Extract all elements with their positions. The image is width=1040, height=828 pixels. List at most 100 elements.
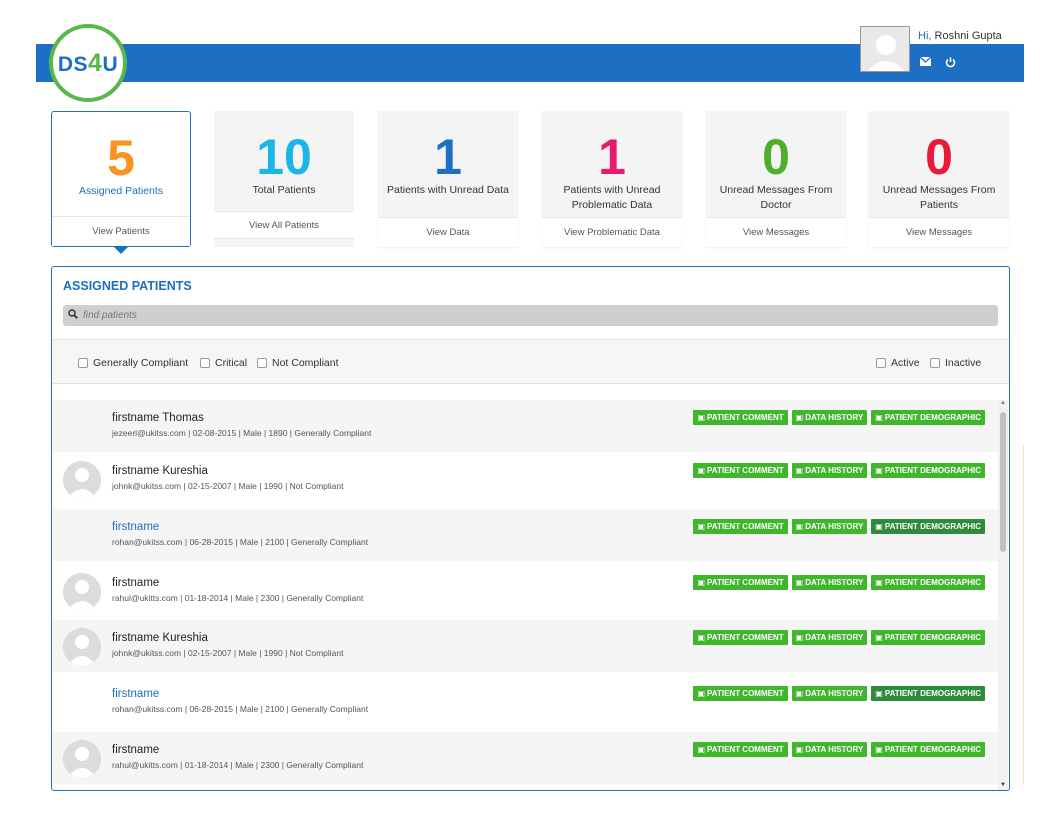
filter-generally-compliant[interactable]: Generally Compliant xyxy=(78,357,188,369)
document-icon: ▣ xyxy=(875,689,883,698)
ds4u-logo[interactable]: DS4U xyxy=(49,24,127,102)
table-row[interactable]: firstname rahul@ukitts.com | 01-18-2014 … xyxy=(52,565,999,617)
patient-name[interactable]: firstname xyxy=(112,688,159,700)
document-icon: ▣ xyxy=(697,522,706,531)
data-history-button[interactable]: ▣ DATA HISTORY xyxy=(791,463,868,478)
view-data-link[interactable]: View Data xyxy=(378,217,518,247)
checkbox[interactable] xyxy=(930,358,940,368)
filter-label: Active xyxy=(891,357,920,369)
patient-meta: jezeerl@ukitss.com | 02-08-2015 | Male |… xyxy=(112,428,372,438)
patient-demographic-button[interactable]: ▣ PATIENT DEMOGRAPHIC xyxy=(871,575,985,590)
data-history-button[interactable]: ▣ DATA HISTORY xyxy=(791,742,868,757)
table-row[interactable]: firstname Thomas jezeerl@ukitss.com | 02… xyxy=(52,400,999,452)
patient-comment-button[interactable]: ▣ PATIENT COMMENT xyxy=(693,575,788,590)
filter-label: Generally Compliant xyxy=(93,357,189,369)
data-history-button[interactable]: ▣ DATA HISTORY xyxy=(791,519,868,534)
document-icon: ▣ xyxy=(875,466,883,475)
document-icon: ▣ xyxy=(795,633,804,642)
row-actions: ▣ PATIENT COMMENT ▣ DATA HISTORY ▣ PATIENT … xyxy=(693,742,985,757)
checkbox[interactable] xyxy=(257,358,267,368)
envelope-icon[interactable] xyxy=(919,56,932,71)
table-row[interactable]: firstname rahul@ukitts.com | 01-18-2014 … xyxy=(52,732,999,784)
patient-comment-button[interactable]: ▣ PATIENT COMMENT xyxy=(693,742,788,757)
document-icon: ▣ xyxy=(795,413,804,422)
view-messages-patients-link[interactable]: View Messages xyxy=(869,217,1009,247)
filter-label: Critical xyxy=(215,357,248,369)
view-problematic-data-link[interactable]: View Problematic Data xyxy=(542,217,682,247)
search-input[interactable] xyxy=(83,306,983,325)
table-row[interactable]: firstname Kureshia johnk@ukitss.com | 02… xyxy=(52,453,999,505)
card-total-patients[interactable]: 10 Total Patients View All Patients xyxy=(214,111,354,247)
card-label: Unread Messages From Doctor xyxy=(719,184,833,211)
document-icon: ▣ xyxy=(875,745,883,754)
document-icon: ▣ xyxy=(795,466,804,475)
patient-meta: johnk@ukitss.com | 02-15-2007 | Male | 1… xyxy=(112,648,344,658)
active-card-pointer xyxy=(114,247,128,254)
data-history-button[interactable]: ▣ DATA HISTORY xyxy=(791,575,868,590)
power-icon[interactable] xyxy=(945,57,956,71)
card-value: 0 xyxy=(925,129,953,185)
patient-list: firstname Thomas jezeerl@ukitss.com | 02… xyxy=(52,400,999,790)
card-unread-data[interactable]: 1 Patients with Unread Data View Data xyxy=(378,111,518,247)
checkbox[interactable] xyxy=(78,358,88,368)
card-messages-doctor[interactable]: 0 Unread Messages From Doctor View Messa… xyxy=(706,111,846,247)
view-messages-doctor-link[interactable]: View Messages xyxy=(706,217,846,247)
view-all-patients-link[interactable]: View All Patients xyxy=(214,211,354,239)
patient-comment-button[interactable]: ▣ PATIENT COMMENT xyxy=(693,686,788,701)
card-messages-patients[interactable]: 0 Unread Messages From Patients View Mes… xyxy=(869,111,1009,247)
patient-demographic-button[interactable]: ▣ PATIENT DEMOGRAPHIC xyxy=(871,410,985,425)
checkbox[interactable] xyxy=(200,358,210,368)
patient-name[interactable]: firstname Kureshia xyxy=(112,632,208,644)
scroll-thumb[interactable] xyxy=(1000,412,1006,552)
document-icon: ▣ xyxy=(875,578,883,587)
patient-avatar-icon xyxy=(63,740,101,778)
user-name: Roshni Gupta xyxy=(934,30,1002,42)
card-value: 10 xyxy=(256,129,312,185)
row-actions: ▣ PATIENT COMMENT ▣ DATA HISTORY ▣ PATIENT … xyxy=(693,519,985,534)
patient-comment-button[interactable]: ▣ PATIENT COMMENT xyxy=(693,410,788,425)
list-scrollbar[interactable]: ▲ ▼ xyxy=(998,400,1008,790)
card-unread-problematic-data[interactable]: 1 Patients with Unread Problematic Data … xyxy=(542,111,682,247)
patient-demographic-button[interactable]: ▣ PATIENT DEMOGRAPHIC xyxy=(871,686,985,701)
patient-name[interactable]: firstname xyxy=(112,577,159,589)
filter-inactive[interactable]: Inactive xyxy=(930,357,981,369)
data-history-button[interactable]: ▣ DATA HISTORY xyxy=(791,410,868,425)
patient-name[interactable]: firstname Kureshia xyxy=(112,465,208,477)
patient-comment-button[interactable]: ▣ PATIENT COMMENT xyxy=(693,630,788,645)
card-label: Assigned Patients xyxy=(78,185,164,197)
data-history-button[interactable]: ▣ DATA HISTORY xyxy=(791,630,868,645)
user-avatar[interactable] xyxy=(860,26,910,72)
patient-demographic-button[interactable]: ▣ PATIENT DEMOGRAPHIC xyxy=(871,630,985,645)
patient-comment-button[interactable]: ▣ PATIENT COMMENT xyxy=(693,519,788,534)
patient-comment-button[interactable]: ▣ PATIENT COMMENT xyxy=(693,463,788,478)
row-actions: ▣ PATIENT COMMENT ▣ DATA HISTORY ▣ PATIENT … xyxy=(693,410,985,425)
scroll-up-arrow-icon[interactable]: ▲ xyxy=(998,400,1008,410)
avatar-silhouette-icon xyxy=(861,27,909,71)
document-icon: ▣ xyxy=(795,745,804,754)
card-assigned-patients[interactable]: 5 Assigned Patients View Patients xyxy=(51,111,191,247)
table-row[interactable]: firstname rohan@ukitss.com | 06-28-2015 … xyxy=(52,676,999,728)
patient-avatar-icon xyxy=(63,573,101,611)
filter-not-compliant[interactable]: Not Compliant xyxy=(257,357,339,369)
filter-critical[interactable]: Critical xyxy=(200,357,247,369)
table-row[interactable]: firstname rohan@ukitss.com | 06-28-2015 … xyxy=(52,509,999,561)
document-icon: ▣ xyxy=(795,689,804,698)
patient-demographic-button[interactable]: ▣ PATIENT DEMOGRAPHIC xyxy=(871,463,985,478)
row-actions: ▣ PATIENT COMMENT ▣ DATA HISTORY ▣ PATIENT … xyxy=(693,630,985,645)
card-value: 0 xyxy=(762,129,790,185)
scroll-down-arrow-icon[interactable]: ▼ xyxy=(998,782,1008,790)
table-row[interactable]: firstname Kureshia johnk@ukitss.com | 02… xyxy=(52,620,999,672)
document-icon: ▣ xyxy=(697,633,706,642)
patient-demographic-button[interactable]: ▣ PATIENT DEMOGRAPHIC xyxy=(871,742,985,757)
checkbox[interactable] xyxy=(876,358,886,368)
patient-name[interactable]: firstname xyxy=(112,521,159,533)
patient-demographic-button[interactable]: ▣ PATIENT DEMOGRAPHIC xyxy=(871,519,985,534)
patient-name[interactable]: firstname xyxy=(112,744,159,756)
greeting-hi: Hi, xyxy=(918,30,932,42)
filter-active[interactable]: Active xyxy=(876,357,920,369)
data-history-button[interactable]: ▣ DATA HISTORY xyxy=(791,686,868,701)
view-patients-link[interactable]: View Patients xyxy=(52,216,190,246)
patient-name[interactable]: firstname Thomas xyxy=(112,412,204,424)
patient-avatar-icon xyxy=(63,628,101,666)
document-icon: ▣ xyxy=(697,745,706,754)
